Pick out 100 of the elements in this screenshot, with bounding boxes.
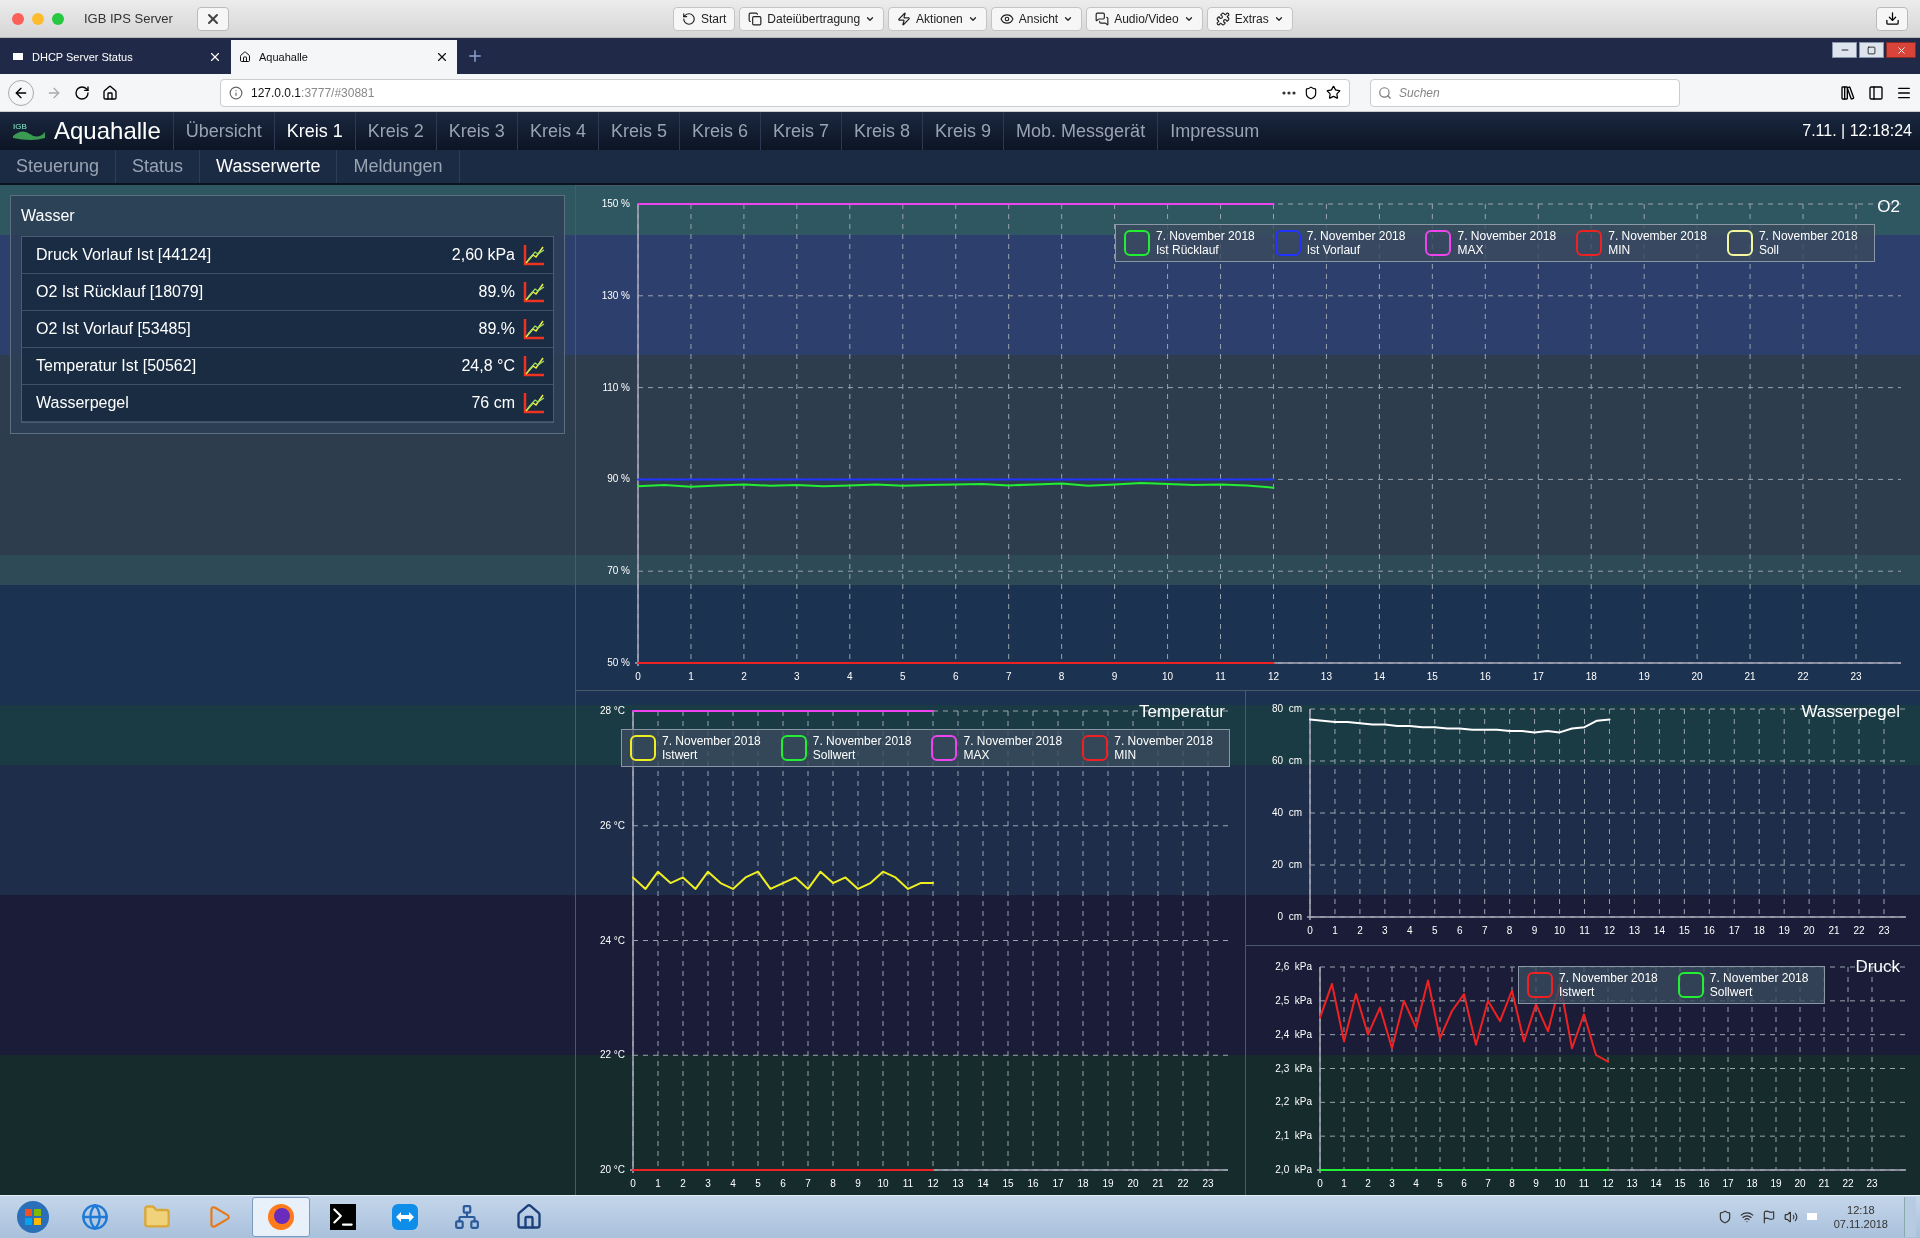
tab-title: DHCP Server Status	[32, 49, 133, 65]
x-tick-label: 12	[1267, 671, 1280, 682]
info-icon	[229, 85, 243, 100]
x-tick-label: 23	[1866, 1178, 1878, 1189]
x-tick-label: 7	[805, 1178, 811, 1189]
x-tick-label: 14	[1650, 1178, 1662, 1189]
wifi-icon[interactable]	[1739, 1210, 1754, 1224]
trend-chart-icon[interactable]	[523, 280, 545, 304]
y-tick-label: 40 cm	[1272, 807, 1302, 818]
x-tick-label: 22	[1797, 671, 1809, 682]
app-title: Aquahalle	[54, 116, 161, 146]
y-tick-label: 2,1 kPa	[1275, 1130, 1312, 1142]
monitor-icon	[12, 52, 24, 62]
trend-chart-icon[interactable]	[523, 243, 545, 267]
toolbar-button[interactable]: Extras	[1206, 7, 1293, 31]
globe-icon	[81, 1203, 109, 1231]
x-tick-label: 22	[1177, 1178, 1189, 1189]
tab-title: Aquahalle	[259, 49, 308, 65]
x-tick-label: 13	[1626, 1178, 1638, 1189]
y-tick-label: 2,0 kPa	[1275, 1164, 1312, 1175]
x-tick-label: 1	[688, 671, 694, 682]
x-tick-label: 9	[855, 1178, 861, 1189]
url-text: 127.0.0.1:3777/#30881	[251, 84, 375, 102]
network-icon	[454, 1204, 480, 1230]
star-icon	[1326, 85, 1341, 100]
reload-icon[interactable]	[74, 84, 90, 101]
toolbar-button[interactable]: Ansicht	[990, 7, 1083, 31]
x-tick-label: 18	[1077, 1178, 1089, 1189]
x-tick-label: 19	[1638, 671, 1650, 682]
sub-tab[interactable]: Status	[116, 150, 201, 183]
taskbar-button[interactable]	[252, 1197, 310, 1237]
x-tick-label: 2	[1357, 925, 1363, 936]
x-tick-label: 20	[1794, 1178, 1806, 1189]
new-tab-icon[interactable]	[466, 47, 484, 65]
home-icon[interactable]	[102, 84, 118, 101]
download-button[interactable]	[1876, 6, 1908, 31]
x-tick-label: 17	[1532, 671, 1544, 682]
home-icon	[239, 51, 251, 63]
clock: 7.11. | 12:18:24	[1802, 121, 1913, 141]
flag-icon[interactable]	[1761, 1210, 1776, 1224]
x-tick-label: 21	[1818, 1178, 1830, 1189]
x-tick-label: 1	[1341, 1178, 1347, 1189]
x-tick-label: 5	[900, 671, 906, 682]
x-tick-label: 3	[1389, 1178, 1395, 1189]
x-tick-label: 6	[1456, 925, 1463, 936]
y-tick-label: 110 %	[602, 381, 630, 393]
x-tick-label: 7	[1481, 925, 1488, 936]
chart-title: Wasserpegel	[1801, 701, 1900, 723]
legend-label: 7. November 2018 Sollwert	[812, 734, 912, 762]
y-tick-label: 28 °C	[599, 705, 625, 716]
window-title: IGB IPS Server	[84, 9, 173, 28]
x-tick-label: 20	[1127, 1178, 1139, 1189]
shield-icon[interactable]	[1717, 1210, 1732, 1224]
x-tick-label: 8	[1509, 1178, 1515, 1189]
y-tick-label: 24 °C	[599, 934, 625, 946]
minimize-icon[interactable]	[1832, 42, 1857, 58]
x-tick-label: 15	[1678, 925, 1690, 936]
search-icon	[1378, 85, 1392, 100]
library-icon[interactable]	[1840, 84, 1856, 101]
toolbar-button[interactable]: Start	[673, 7, 736, 31]
sub-tab[interactable]: Wasserwerte	[200, 150, 338, 183]
close-button[interactable]	[196, 6, 229, 31]
toolbar-button[interactable]: Aktionen	[888, 7, 987, 31]
x-tick-label: 13	[1320, 671, 1332, 682]
x-tick-label: 0	[1317, 1178, 1323, 1189]
x-tick-label: 17	[1728, 925, 1740, 936]
caret-icon	[1273, 14, 1284, 24]
speaker-icon[interactable]	[1783, 1210, 1798, 1224]
x-tick-label: 18	[1753, 925, 1765, 936]
toolbar-button[interactable]: Dateiübertragung	[739, 7, 885, 31]
x-tick-label: 15	[1002, 1178, 1014, 1189]
browser-tab[interactable]: Aquahalle	[231, 40, 457, 74]
legend-label: 7. November 2018 Sollwert	[1709, 971, 1809, 999]
trend-chart-icon[interactable]	[523, 391, 545, 415]
row-label: O2 Ist Rücklauf [18079]	[36, 282, 204, 302]
row-value: 2,60 kPa	[451, 245, 515, 265]
x-tick-label: 23	[1850, 671, 1862, 682]
x-tick-label: 2	[680, 1178, 686, 1189]
toolbar-button[interactable]: Audio/Video	[1086, 7, 1203, 31]
maximize-icon[interactable]	[1859, 42, 1884, 58]
x-tick-label: 4	[847, 671, 853, 682]
trend-chart-icon[interactable]	[523, 317, 545, 341]
x-tick-label: 5	[755, 1178, 761, 1189]
search-field[interactable]: Suchen	[1370, 78, 1680, 107]
close-icon	[208, 50, 222, 64]
x-tick-label: 21	[1828, 925, 1840, 936]
sub-tab[interactable]: Meldungen	[337, 150, 460, 183]
close-icon[interactable]	[1886, 42, 1916, 58]
eye-icon	[999, 12, 1014, 26]
caret-icon	[967, 14, 978, 24]
trend-chart-icon[interactable]	[523, 354, 545, 378]
sub-tab[interactable]: Steuerung	[0, 150, 117, 183]
x-tick-label: 21	[1152, 1178, 1164, 1189]
x-tick-label: 9	[1533, 1178, 1539, 1189]
sidebar-icon[interactable]	[1868, 84, 1884, 101]
address-bar[interactable]: 127.0.0.1:3777/#30881	[220, 78, 1350, 107]
row-label: Druck Vorlauf Ist [44124]	[36, 245, 212, 265]
x-tick-label: 11	[1578, 1178, 1590, 1189]
x-tick-label: 4	[1407, 925, 1413, 936]
panel-title: Wasser	[21, 206, 76, 226]
